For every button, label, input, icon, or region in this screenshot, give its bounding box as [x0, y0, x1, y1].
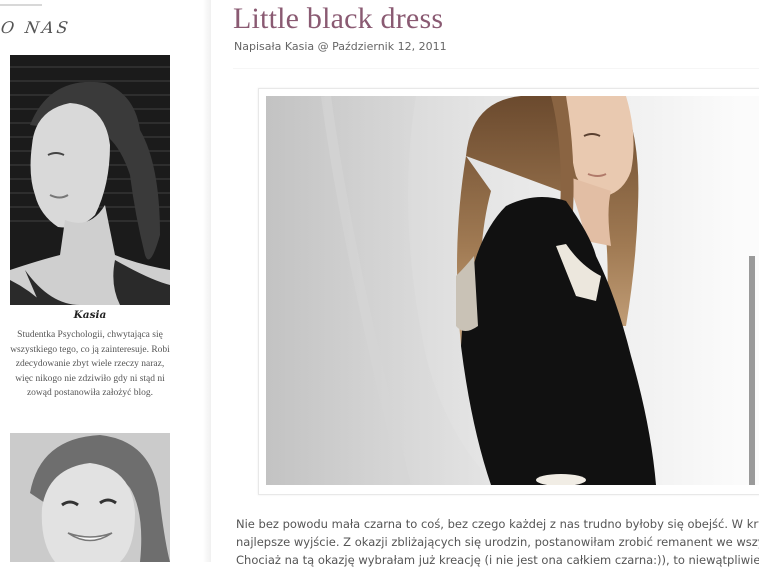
sidebar: O NAS Kasia Studentka Psychologii, chwyt… [0, 0, 208, 562]
post-title[interactable]: Little black dress [233, 2, 443, 36]
post-body: Nie bez powodu mała czarna to coś, bez c… [236, 515, 759, 569]
sidebar-shadow [203, 0, 211, 562]
post-body-line: Nie bez powodu mała czarna to coś, bez c… [236, 517, 759, 531]
author-photo-2[interactable] [10, 433, 170, 562]
post-body-line: Chociaż na tą okazję wybrałam już kreacj… [236, 553, 759, 567]
author-photo-kasia[interactable] [10, 55, 170, 305]
post-body-line: najlepsze wyjście. Z okazji zbliżających… [236, 535, 759, 549]
sidebar-section-title: O NAS [0, 18, 73, 37]
author-bio: Studentka Psychologii, chwytająca się ws… [10, 330, 170, 398]
post-meta: Napisała Kasia @ Październik 12, 2011 [234, 40, 447, 53]
post-image[interactable] [266, 96, 759, 485]
post-divider [233, 68, 759, 69]
sidebar-divider [0, 4, 42, 6]
author-name: Kasia [73, 309, 107, 321]
